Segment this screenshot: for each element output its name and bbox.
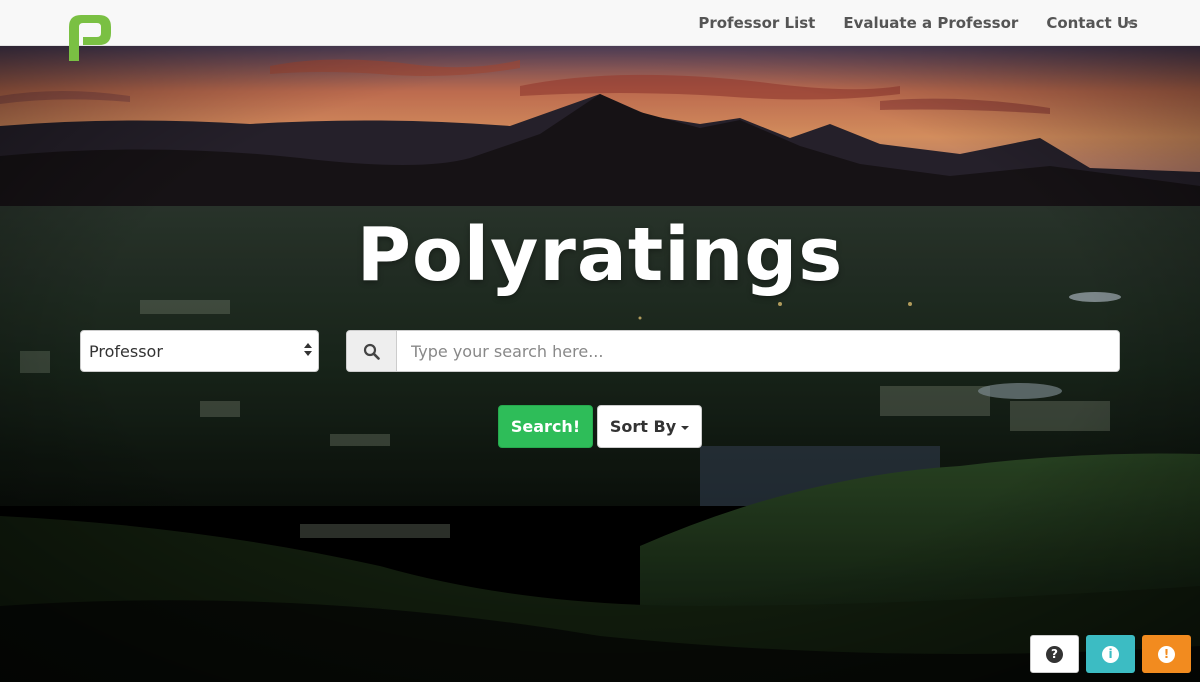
polyratings-p-logo-icon[interactable]	[65, 13, 113, 63]
caret-down-icon[interactable]	[1126, 21, 1134, 25]
nav-item-contact-us[interactable]: Contact Us	[1046, 14, 1138, 32]
nav-links: Professor List Evaluate a Professor Cont…	[670, 0, 1138, 46]
search-input-group	[346, 330, 1120, 372]
sort-by-label: Sort By	[609, 417, 677, 436]
search-button[interactable]: Search!	[498, 405, 593, 448]
exclamation-circle-icon: !	[1158, 645, 1175, 663]
help-button[interactable]: ?	[1030, 635, 1079, 673]
search-type-select[interactable]: Professor	[80, 330, 319, 372]
caret-down-icon	[681, 426, 690, 430]
top-navbar: Professor List Evaluate a Professor Cont…	[0, 0, 1200, 46]
question-circle-icon: ?	[1046, 645, 1063, 663]
select-arrows-icon	[304, 343, 312, 356]
nav-item-professor-list[interactable]: Professor List	[698, 14, 815, 32]
report-button[interactable]: !	[1142, 635, 1191, 673]
nav-item-evaluate-professor[interactable]: Evaluate a Professor	[843, 14, 1018, 32]
page-title: Polyratings	[356, 212, 844, 298]
sort-by-button[interactable]: Sort By	[597, 405, 702, 448]
search-icon	[347, 331, 397, 371]
info-circle-icon: i	[1102, 645, 1119, 663]
search-input[interactable]	[397, 331, 1119, 371]
search-type-selected-value: Professor	[89, 341, 163, 361]
info-button[interactable]: i	[1086, 635, 1135, 673]
